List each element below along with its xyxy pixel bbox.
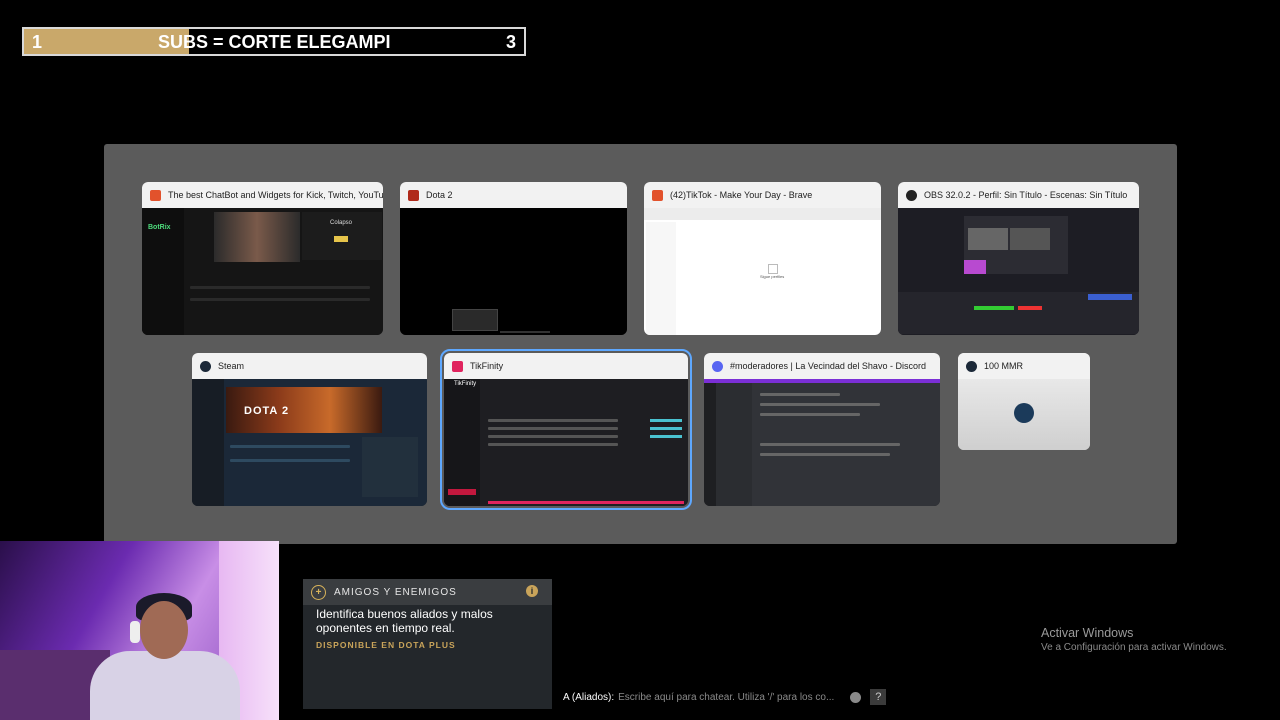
goal-end-number: 3: [505, 32, 516, 52]
steam-icon: [200, 360, 211, 372]
window-steam[interactable]: Steam DOTA 2: [192, 353, 427, 506]
task-switcher: The best ChatBot and Widgets for Kick, T…: [104, 144, 1177, 544]
discord-icon: [712, 360, 723, 372]
window-dota2[interactable]: Dota 2: [400, 182, 627, 335]
window-obs[interactable]: OBS 32.0.2 - Perfil: Sin Título - Escena…: [898, 182, 1139, 335]
thumb-colapso: Colapso: [330, 220, 353, 226]
subs-goal-banner: 1 SUBS = CORTE ELEGAMPI 3: [22, 27, 526, 56]
window-title: Steam: [218, 361, 245, 371]
window-title: 100 MMR: [984, 361, 1024, 371]
dota-plus-title: AMIGOS Y ENEMIGOS: [334, 586, 457, 598]
webcam-feed: [0, 541, 279, 720]
obs-icon: [906, 189, 917, 201]
window-title: Dota 2: [426, 190, 453, 200]
window-title: #moderadores | La Vecindad del Shavo - D…: [730, 361, 926, 371]
dota-plus-card: + AMIGOS Y ENEMIGOS i Identifica buenos …: [303, 579, 552, 709]
window-title: OBS 32.0.2 - Perfil: Sin Título - Escena…: [924, 190, 1128, 200]
window-tiktok[interactable]: (42)TikTok - Make Your Day - Brave Sigue…: [644, 182, 881, 335]
window-tikfinity[interactable]: TikFinity TikFinity: [440, 349, 692, 510]
activate-subtitle: Ve a Configuración para activar Windows.: [1041, 642, 1227, 653]
activate-title: Activar Windows: [1041, 626, 1134, 640]
goal-start-number: 1: [32, 32, 43, 52]
window-botrix[interactable]: The best ChatBot and Widgets for Kick, T…: [142, 182, 383, 335]
tikfinity-icon: [452, 360, 463, 372]
emoji-icon[interactable]: [850, 691, 862, 703]
tiktok-empty-text: Sigue perfiles: [760, 274, 785, 279]
dota2-logo-text: DOTA 2: [244, 405, 290, 417]
chat-bar: A (Aliados): Escribe aquí para chatear. …: [563, 689, 887, 705]
help-button[interactable]: ?: [870, 689, 887, 705]
window-discord[interactable]: #moderadores | La Vecindad del Shavo - D…: [704, 353, 940, 506]
dota-plus-icon: +: [311, 584, 326, 600]
chat-input[interactable]: Escribe aquí para chatear. Utiliza '/' p…: [618, 692, 834, 703]
botrix-logo-text: BotRix: [148, 224, 171, 231]
steam-icon: [966, 360, 977, 372]
activate-windows-watermark: Activar Windows Ve a Configuración para …: [1041, 626, 1227, 653]
dota-icon: [408, 189, 419, 201]
goal-text: SUBS = CORTE ELEGAMPI: [158, 32, 391, 52]
window-100mmr[interactable]: 100 MMR: [958, 353, 1090, 450]
window-title: The best ChatBot and Widgets for Kick, T…: [168, 190, 383, 200]
brave-icon: [652, 189, 663, 201]
window-title: (42)TikTok - Make Your Day - Brave: [670, 190, 813, 200]
window-title: TikFinity: [470, 361, 504, 371]
dota-plus-description: Identifica buenos aliados y malos oponen…: [316, 607, 493, 635]
chat-channel-label: A (Aliados):: [563, 691, 615, 703]
steam-icon: [1014, 403, 1034, 423]
info-icon[interactable]: i: [526, 585, 538, 597]
dota-plus-availability[interactable]: DISPONIBLE EN DOTA PLUS: [316, 640, 456, 650]
tikfinity-logo-text: TikFinity: [454, 381, 477, 387]
brave-icon: [150, 189, 161, 201]
